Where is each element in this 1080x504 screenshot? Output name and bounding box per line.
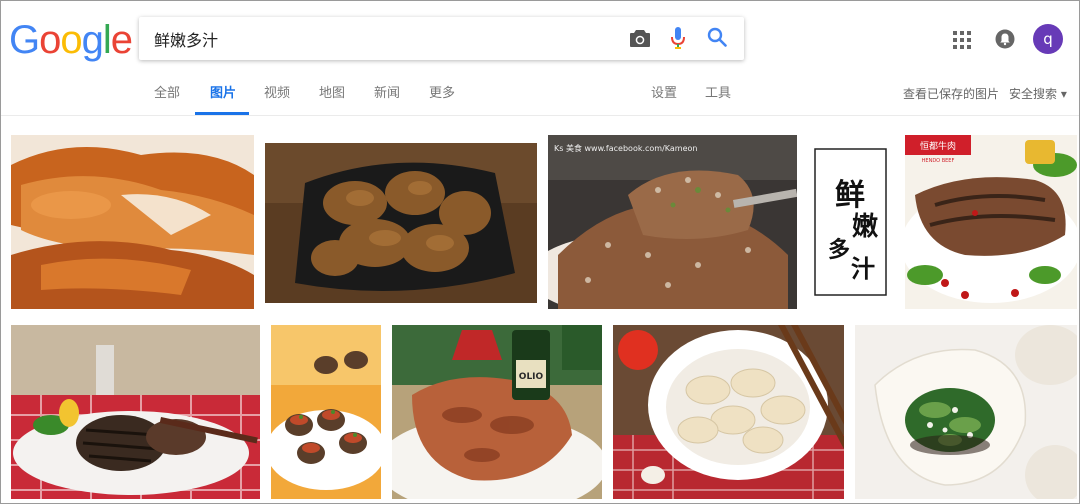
- apps-grid-icon[interactable]: [953, 31, 971, 49]
- logo-letter: G: [9, 18, 40, 62]
- google-logo[interactable]: Google: [9, 18, 133, 62]
- nav-divider: [1, 115, 1079, 116]
- logo-letter: o: [39, 18, 61, 62]
- mic-icon[interactable]: [670, 26, 686, 50]
- settings-link[interactable]: 设置: [651, 86, 677, 102]
- search-icon[interactable]: [707, 27, 727, 47]
- tab-videos[interactable]: 视频: [264, 86, 290, 102]
- tab-more[interactable]: 更多: [429, 86, 455, 102]
- saved-images-link[interactable]: 查看已保存的图片: [903, 86, 999, 102]
- result-image-grilled-steak[interactable]: 恒都牛肉 HENDO BEEF: [905, 135, 1077, 309]
- logo-letter: g: [81, 18, 104, 62]
- result-image-stuffed-mushrooms[interactable]: [271, 325, 381, 499]
- calligraphy-char-4: 汁: [851, 254, 875, 283]
- tools-link[interactable]: 工具: [705, 86, 731, 102]
- search-box[interactable]: [139, 17, 744, 60]
- tab-images[interactable]: 图片: [210, 86, 236, 102]
- logo-letter: e: [110, 18, 133, 62]
- brand-subtext: HENDO BEEF: [922, 158, 955, 164]
- calligraphy-char-1: 鲜: [835, 178, 865, 213]
- result-image-spinach-dumpling[interactable]: [855, 325, 1077, 499]
- tab-news[interactable]: 新闻: [374, 86, 400, 102]
- result-image-fried-chicken[interactable]: [265, 143, 537, 303]
- bell-icon[interactable]: [995, 29, 1015, 49]
- tab-all[interactable]: 全部: [154, 86, 180, 102]
- calligraphy-char-2: 嫩: [852, 212, 879, 242]
- result-image-crusted-meat[interactable]: Ks 美食 www.facebook.com/Kameon: [548, 135, 797, 309]
- safesearch-toggle[interactable]: 安全搜索 ▾: [1009, 86, 1067, 102]
- result-image-chicken-wings[interactable]: [11, 135, 254, 309]
- logo-letter: o: [60, 18, 82, 62]
- result-image-steak-plate[interactable]: [11, 325, 260, 499]
- tab-maps[interactable]: 地图: [319, 86, 345, 102]
- brand-text: 恒都牛肉: [920, 140, 956, 152]
- olive-oil-label: OLIO: [519, 372, 544, 382]
- watermark-text: Ks 美食 www.facebook.com/Kameon: [554, 143, 698, 153]
- result-image-dumplings[interactable]: [613, 325, 844, 499]
- calligraphy-char-3: 多: [828, 237, 850, 263]
- result-image-calligraphy[interactable]: 鲜 嫩 多 汁: [807, 135, 894, 309]
- search-input[interactable]: [154, 28, 614, 50]
- camera-icon[interactable]: [629, 28, 651, 48]
- avatar[interactable]: q: [1033, 24, 1063, 54]
- logo-letter: l: [102, 18, 112, 62]
- result-image-pork-chop[interactable]: OLIO: [392, 325, 602, 499]
